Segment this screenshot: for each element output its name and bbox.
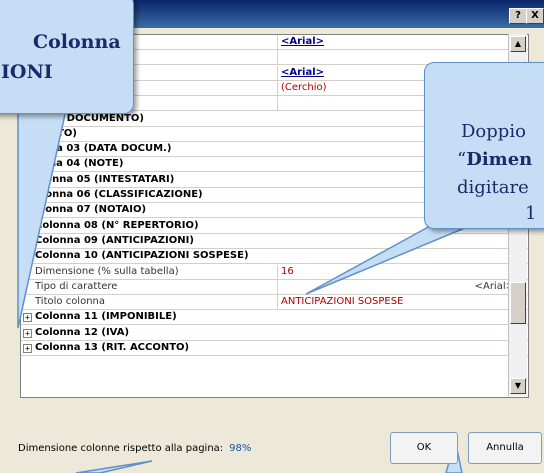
right-callout-line3: digitare [457, 177, 529, 198]
cancel-button[interactable]: Annulla [468, 432, 542, 464]
column-size-footer: Dimensione colonne rispetto alla pagina:… [18, 443, 251, 454]
right-callout-line2: “Dimen [457, 149, 532, 170]
quote-mark: “ [457, 149, 467, 170]
right-callout-bold: Dimen [466, 149, 533, 170]
footer-percent: 98% [229, 443, 252, 454]
left-callout-pointer [17, 109, 67, 329]
left-callout: Colonna IONI [0, 0, 134, 114]
right-callout-line4: 1 [525, 203, 537, 224]
left-callout-line2: IONI [1, 61, 53, 83]
right-callout-pointer [305, 224, 473, 295]
right-callout: Doppio “Dimen digitare 1 [424, 62, 544, 229]
right-callout-line1: Doppio [461, 121, 526, 142]
bottom-callout-pointer [75, 460, 153, 473]
footer-label: Dimensione colonne rispetto alla pagina: [18, 443, 224, 454]
left-callout-line1: Colonna [33, 31, 121, 53]
ok-button[interactable]: OK [390, 432, 458, 464]
